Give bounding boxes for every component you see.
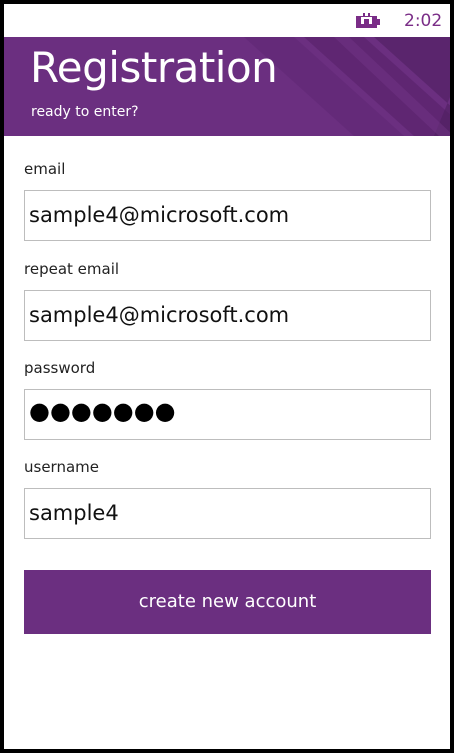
email-label: email <box>24 160 66 178</box>
clock: 2:02 <box>404 11 443 31</box>
username-field[interactable]: sample4 <box>24 488 431 539</box>
password-label: password <box>24 359 96 377</box>
battery-charging-icon <box>356 13 380 28</box>
email-value: sample4@microsoft.com <box>29 203 290 227</box>
page-title: Registration <box>30 43 278 92</box>
status-bar: 2:02 <box>4 4 450 37</box>
repeat-email-label: repeat email <box>24 260 120 278</box>
password-value: ●●●●●●● <box>29 397 176 425</box>
repeat-email-field[interactable]: sample4@microsoft.com <box>24 290 431 341</box>
create-account-button[interactable]: create new account <box>24 570 431 634</box>
page-subtitle: ready to enter? <box>31 104 139 120</box>
password-field[interactable]: ●●●●●●● <box>24 389 431 440</box>
phone-screen: 2:02 Registration ready to enter? email … <box>0 0 454 753</box>
email-field[interactable]: sample4@microsoft.com <box>24 190 431 241</box>
username-value: sample4 <box>29 501 119 525</box>
username-label: username <box>24 458 99 476</box>
page-header: Registration ready to enter? <box>4 37 450 136</box>
repeat-email-value: sample4@microsoft.com <box>29 303 290 327</box>
